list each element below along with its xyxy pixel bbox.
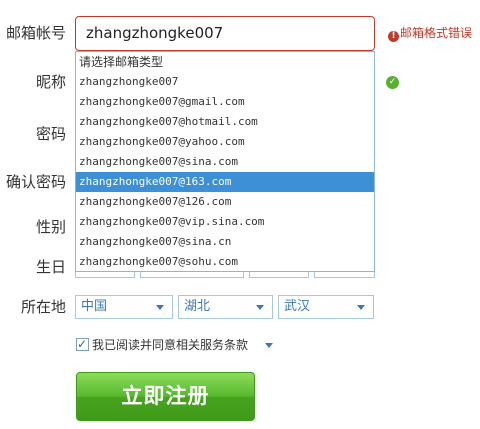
nickname-label: 昵称 [35, 73, 66, 91]
check-icon: ✓ [386, 76, 399, 89]
email-suggestion-item[interactable]: zhangzhongke007@sohu.com [76, 252, 374, 272]
dropdown-header: 请选择邮箱类型 [79, 55, 164, 69]
email-error-text: 邮箱格式错误 [400, 26, 473, 40]
email-input[interactable]: zhangzhongke007 [75, 16, 375, 51]
agree-row: ✓ 我已阅读并同意相关服务条款 [76, 336, 248, 354]
email-suggestion-item[interactable]: zhangzhongke007@vip.sina.com [76, 212, 374, 232]
chevron-down-icon [256, 305, 264, 310]
email-suggestion-item[interactable]: zhangzhongke007@gmail.com [76, 92, 374, 112]
agree-text[interactable]: 我已阅读并同意相关服务条款 [92, 338, 248, 352]
email-suggestion-item[interactable]: zhangzhongke007@126.com [76, 192, 374, 212]
email-error-message: ! 邮箱格式错误 [388, 25, 472, 42]
chevron-down-icon [357, 305, 365, 310]
password-label: 密码 [35, 125, 66, 143]
email-suggestion-item[interactable]: zhangzhongke007@sina.com [76, 152, 374, 172]
city-select-value: 武汉 [284, 299, 311, 314]
email-label: 邮箱帐号 [5, 24, 66, 42]
country-select[interactable]: 中国 [75, 295, 173, 319]
register-button[interactable]: 立即注册 [76, 372, 255, 421]
country-select-value: 中国 [81, 299, 108, 314]
email-suggestion-dropdown: 请选择邮箱类型 zhangzhongke007 zhangzhongke007@… [75, 51, 375, 272]
agree-checkbox[interactable]: ✓ [76, 337, 89, 351]
error-icon: ! [388, 31, 399, 42]
gender-label: 性别 [35, 218, 66, 236]
city-select[interactable]: 武汉 [278, 295, 374, 319]
terms-expand-icon[interactable] [265, 343, 273, 348]
location-label: 所在地 [20, 298, 66, 316]
email-suggestion-item[interactable]: zhangzhongke007@yahoo.com [76, 132, 374, 152]
province-select-value: 湖北 [184, 299, 211, 314]
email-suggestion-item[interactable]: zhangzhongke007 [76, 72, 374, 92]
checkmark-icon: ✓ [77, 337, 88, 351]
birthday-label: 生日 [35, 258, 66, 276]
email-suggestion-item-selected[interactable]: zhangzhongke007@163.com [76, 172, 374, 192]
province-select[interactable]: 湖北 [178, 295, 273, 319]
chevron-down-icon [156, 305, 164, 310]
email-suggestion-item[interactable]: zhangzhongke007@hotmail.com [76, 112, 374, 132]
email-suggestion-item[interactable]: zhangzhongke007@sina.cn [76, 232, 374, 252]
confirm-password-label: 确认密码 [5, 173, 66, 191]
